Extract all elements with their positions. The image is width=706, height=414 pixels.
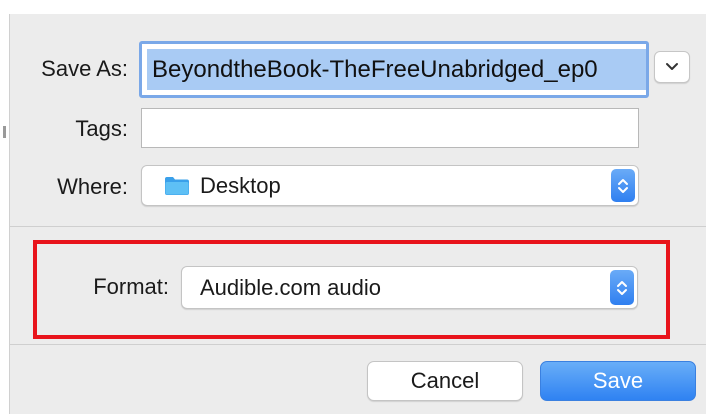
- expand-dialog-button[interactable]: [654, 51, 690, 83]
- where-value: Desktop: [200, 172, 281, 198]
- save-as-label: Save As:: [41, 56, 128, 81]
- format-value: Audible.com audio: [200, 274, 382, 300]
- where-label: Where:: [57, 174, 128, 199]
- separator: [10, 344, 706, 345]
- save-button[interactable]: Save: [540, 361, 696, 401]
- where-stepper: [611, 169, 635, 202]
- folder-icon: [165, 177, 189, 195]
- format-label: Format:: [93, 274, 169, 299]
- tags-field[interactable]: [141, 108, 639, 148]
- up-down-arrows-icon: [617, 280, 627, 295]
- separator: [10, 226, 706, 227]
- save-as-field[interactable]: BeyondtheBook-TheFreeUnabridged_ep0: [139, 41, 649, 98]
- tags-label: Tags:: [75, 116, 128, 141]
- cancel-button[interactable]: Cancel: [367, 361, 523, 401]
- format-stepper: [610, 270, 634, 305]
- dialog-top-edge: [0, 0, 706, 14]
- where-popup[interactable]: Desktop: [141, 165, 639, 206]
- dialog-left-edge: [0, 14, 10, 414]
- format-popup[interactable]: Audible.com audio: [181, 266, 638, 309]
- save-as-value: BeyondtheBook-TheFreeUnabridged_ep0: [152, 55, 598, 83]
- up-down-arrows-icon: [618, 178, 628, 193]
- save-dialog: Save As: BeyondtheBook-TheFreeUnabridged…: [0, 0, 706, 414]
- resize-mark: [3, 126, 6, 138]
- chevron-down-icon: [666, 63, 678, 70]
